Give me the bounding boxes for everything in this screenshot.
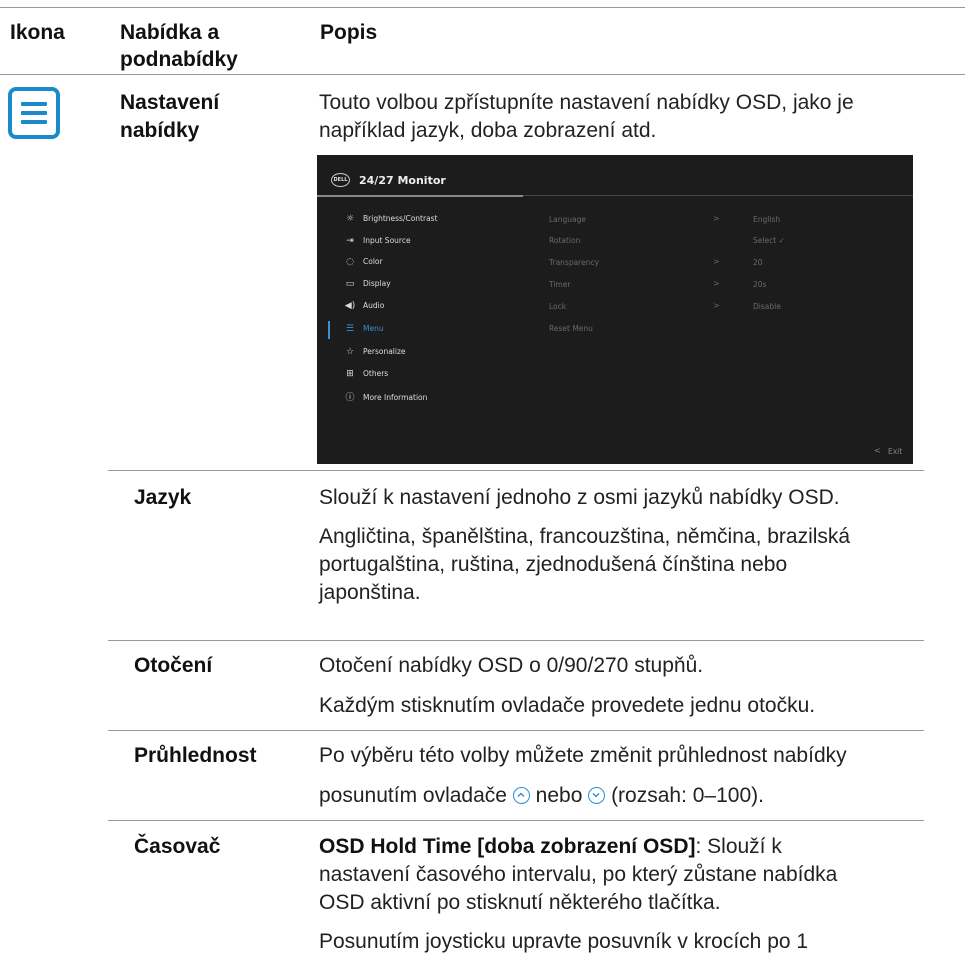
joystick-up-icon (512, 787, 530, 804)
row-rule (108, 730, 924, 731)
row-rule (108, 640, 924, 641)
osd-value-timer: 20s (753, 280, 767, 289)
others-icon: ⊞ (346, 369, 354, 379)
timer-desc-line2: nastavení časového intervalu, po který z… (319, 863, 838, 886)
joystick-down-icon (588, 787, 606, 804)
rotation-name: Otočení (134, 654, 213, 677)
osd-menu-item-more-information[interactable]: ⓘ More Information (343, 390, 427, 403)
star-icon: ☆ (345, 347, 355, 357)
osd-menu-label: Audio (363, 301, 385, 310)
osd-menu-item-others[interactable]: ⊞ Others (343, 369, 388, 379)
transparency-desc-line1: Po výběru této volby můžete změnit průhl… (319, 744, 847, 767)
timer-desc-rest: : Slouží k (695, 835, 782, 858)
osd-menu-label: Others (363, 369, 389, 378)
timer-desc-line3: OSD aktivní po stisknutí některého tlačí… (319, 891, 721, 914)
osd-menu-item-brightness[interactable]: ☼ Brightness/Contrast (343, 214, 438, 224)
osd-value-language: English (753, 215, 781, 224)
osd-sub-transparency[interactable]: Transparency (549, 258, 599, 267)
audio-icon: ◀) (344, 301, 356, 311)
timer-desc-line1: OSD Hold Time [doba zobrazení OSD]: Slou… (319, 833, 782, 861)
chevron-right-icon: > (713, 214, 720, 223)
rotation-desc-line1: Otočení nabídky OSD o 0/90/270 stupňů. (319, 654, 704, 677)
osd-exit[interactable]: Exit (888, 447, 902, 456)
osd-sub-language[interactable]: Language (549, 215, 586, 224)
top-rule (0, 7, 965, 8)
osd-value-transparency: 20 (753, 258, 763, 267)
chevron-right-icon: > (713, 257, 720, 266)
timer-desc-bold: OSD Hold Time [doba zobrazení OSD] (319, 835, 696, 858)
color-icon: ◌ (346, 257, 354, 267)
chevron-right-icon: > (713, 279, 720, 288)
osd-sub-reset-menu[interactable]: Reset Menu (549, 324, 593, 333)
osd-divider-highlight (317, 195, 523, 197)
osd-selection-bar (328, 321, 330, 339)
dell-logo: DELL (331, 173, 350, 187)
timer-name: Časovač (134, 835, 221, 858)
menu-settings-desc-line1: Touto volbou zpřístupníte nastavení nabí… (319, 91, 854, 114)
osd-menu-item-personalize[interactable]: ☆ Personalize (343, 347, 406, 357)
header-rule (0, 74, 965, 75)
osd-sub-lock[interactable]: Lock (549, 302, 566, 311)
osd-menu-label: Personalize (363, 347, 406, 356)
osd-sub-timer[interactable]: Timer (549, 280, 570, 289)
display-icon: ▭ (345, 279, 355, 289)
menu-icon (8, 87, 60, 139)
language-name: Jazyk (134, 486, 192, 509)
menu-settings-name-line1: Nastavení (120, 91, 220, 114)
language-desc-line2: Angličtina, španělština, francouzština, … (319, 525, 851, 548)
osd-menu-label: Display (363, 279, 391, 288)
osd-menu-label: More Information (363, 393, 428, 402)
header-menu-column-line2: podnabídky (120, 48, 238, 71)
transparency-name: Průhlednost (134, 744, 257, 767)
language-desc-line4: japonština. (319, 581, 421, 604)
menu-settings-desc-line2: například jazyk, doba zobrazení atd. (319, 119, 657, 142)
osd-menu-label: Input Source (363, 236, 411, 245)
osd-screenshot: DELL 24/27 Monitor ☼ Brightness/Contrast … (317, 155, 913, 464)
osd-menu-label: Brightness/Contrast (363, 214, 438, 223)
osd-value-rotation: Select ✓ (753, 236, 785, 245)
osd-menu-label: Color (363, 257, 383, 266)
header-icon-column: Ikona (10, 21, 65, 44)
language-desc-line3: portugalština, ruština, zjednodušená čín… (319, 553, 788, 576)
osd-menu-item-menu[interactable]: ☰ Menu (343, 324, 384, 334)
osd-sub-rotation[interactable]: Rotation (549, 236, 580, 245)
language-desc-line1: Slouží k nastavení jednoho z osmi jazyků… (319, 486, 840, 509)
osd-value-lock: Disable (753, 302, 781, 311)
chevron-right-icon: > (713, 301, 720, 310)
brightness-icon: ☼ (345, 214, 355, 224)
osd-menu-label: Menu (363, 324, 384, 333)
row-rule (108, 470, 924, 471)
osd-title: 24/27 Monitor (359, 174, 446, 187)
timer-desc-line4: Posunutím joysticku upravte posuvník v k… (319, 930, 809, 953)
osd-menu-item-input-source[interactable]: ⇥ Input Source (343, 236, 411, 246)
row-rule (108, 820, 924, 821)
chevron-left-icon: < (874, 446, 881, 455)
header-menu-column-line1: Nabídka a (120, 21, 220, 44)
info-icon: ⓘ (345, 393, 355, 403)
transparency-desc-line2: posunutím ovladače nebo (rozsah: 0–100). (319, 782, 764, 810)
osd-menu-item-color[interactable]: ◌ Color (343, 257, 383, 267)
osd-menu-item-display[interactable]: ▭ Display (343, 279, 391, 289)
transparency-text-b: nebo (535, 784, 583, 807)
header-description-column: Popis (320, 21, 378, 44)
osd-menu-item-audio[interactable]: ◀) Audio (343, 301, 385, 311)
menu-settings-name-line2: nabídky (120, 119, 200, 142)
rotation-desc-line2: Každým stisknutím ovladače provedete jed… (319, 694, 816, 717)
menu-icon: ☰ (345, 324, 355, 334)
input-source-icon: ⇥ (346, 236, 354, 246)
transparency-text-c: (rozsah: 0–100). (611, 784, 764, 807)
transparency-text-a: posunutím ovladače (319, 784, 507, 807)
